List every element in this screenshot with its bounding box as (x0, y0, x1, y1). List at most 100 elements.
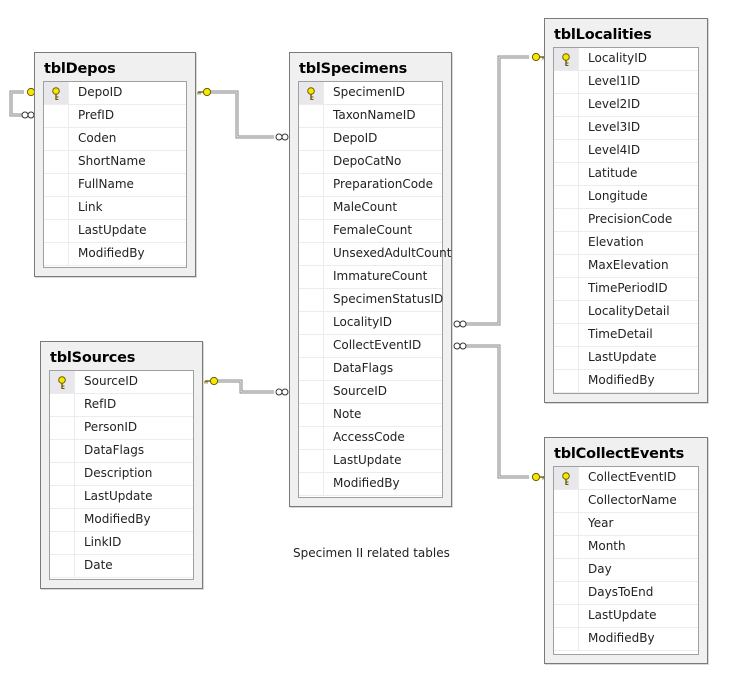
column-row[interactable]: Link (44, 197, 186, 220)
row-selector[interactable] (299, 105, 324, 127)
column-row[interactable]: PrefID (44, 105, 186, 128)
row-selector[interactable] (554, 347, 579, 369)
column-row[interactable]: ShortName (44, 151, 186, 174)
column-row[interactable]: MaxElevation (554, 255, 698, 278)
column-row[interactable]: PreparationCode (299, 174, 442, 197)
column-row[interactable]: TimePeriodID (554, 278, 698, 301)
column-row[interactable]: UnsexedAdultCount (299, 243, 451, 266)
column-row[interactable]: ModifiedBy (554, 370, 698, 393)
table-collect-events[interactable]: tblCollectEvents CollectEventID Collector… (544, 437, 708, 664)
column-row[interactable]: DepoID (299, 128, 442, 151)
row-selector[interactable] (44, 220, 69, 242)
column-row[interactable]: DepoID (44, 82, 186, 105)
row-selector[interactable] (299, 404, 324, 426)
row-selector[interactable] (44, 174, 69, 196)
column-row[interactable]: LastUpdate (50, 486, 193, 509)
column-row[interactable]: ModifiedBy (554, 628, 698, 651)
column-row[interactable]: TimeDetail (554, 324, 698, 347)
column-row[interactable]: Level1ID (554, 71, 698, 94)
row-selector[interactable] (299, 335, 324, 357)
row-selector[interactable] (554, 94, 579, 116)
row-selector[interactable] (44, 105, 69, 127)
row-selector[interactable] (554, 48, 579, 70)
row-selector[interactable] (554, 324, 579, 346)
row-selector[interactable] (554, 301, 579, 323)
column-row[interactable]: Coden (44, 128, 186, 151)
row-selector[interactable] (44, 243, 69, 265)
column-row[interactable]: DataFlags (50, 440, 193, 463)
column-row[interactable]: MaleCount (299, 197, 442, 220)
column-row[interactable]: SourceID (299, 381, 442, 404)
column-row[interactable]: DepoCatNo (299, 151, 442, 174)
column-row[interactable]: LocalityDetail (554, 301, 698, 324)
row-selector[interactable] (44, 82, 69, 104)
row-selector[interactable] (50, 463, 75, 485)
column-row[interactable]: ModifiedBy (50, 509, 193, 532)
row-selector[interactable] (44, 128, 69, 150)
column-row[interactable]: Level2ID (554, 94, 698, 117)
row-selector[interactable] (299, 128, 324, 150)
row-selector[interactable] (299, 243, 324, 265)
row-selector[interactable] (299, 174, 324, 196)
column-row[interactable]: LocalityID (554, 48, 698, 71)
column-row[interactable]: TaxonNameID (299, 105, 442, 128)
table-localities[interactable]: tblLocalities LocalityID Level1ID Level2ID… (544, 18, 708, 403)
column-row[interactable]: PrecisionCode (554, 209, 698, 232)
column-row[interactable]: DataFlags (299, 358, 442, 381)
column-row[interactable]: Description (50, 463, 193, 486)
column-row[interactable]: PersonID (50, 417, 193, 440)
row-selector[interactable] (50, 509, 75, 531)
row-selector[interactable] (50, 486, 75, 508)
row-selector[interactable] (50, 394, 75, 416)
column-row[interactable]: LastUpdate (299, 450, 442, 473)
column-row[interactable]: LocalityID (299, 312, 442, 335)
row-selector[interactable] (554, 490, 579, 512)
column-row[interactable]: Level4ID (554, 140, 698, 163)
column-row[interactable]: Date (50, 555, 193, 578)
column-row[interactable]: RefID (50, 394, 193, 417)
row-selector[interactable] (299, 450, 324, 472)
row-selector[interactable] (554, 582, 579, 604)
column-row[interactable]: SourceID (50, 371, 193, 394)
table-depos[interactable]: tblDepos DepoID PrefID Coden ShortName FullN… (34, 52, 196, 277)
column-row[interactable]: Year (554, 513, 698, 536)
row-selector[interactable] (50, 555, 75, 577)
column-row[interactable]: ModifiedBy (44, 243, 186, 266)
row-selector[interactable] (554, 605, 579, 627)
relationship-sources-specimens[interactable] (204, 376, 289, 396)
row-selector[interactable] (554, 467, 579, 489)
row-selector[interactable] (554, 513, 579, 535)
row-selector[interactable] (299, 473, 324, 495)
column-row[interactable]: ModifiedBy (299, 473, 442, 496)
column-row[interactable]: Month (554, 536, 698, 559)
row-selector[interactable] (554, 140, 579, 162)
relationship-localities-specimens[interactable] (453, 52, 546, 328)
row-selector[interactable] (554, 186, 579, 208)
row-selector[interactable] (554, 209, 579, 231)
column-row[interactable]: Level3ID (554, 117, 698, 140)
column-row[interactable]: CollectEventID (554, 467, 698, 490)
column-row[interactable]: LastUpdate (554, 605, 698, 628)
row-selector[interactable] (554, 278, 579, 300)
row-selector[interactable] (554, 232, 579, 254)
row-selector[interactable] (554, 71, 579, 93)
column-row[interactable]: SpecimenStatusID (299, 289, 443, 312)
table-specimens[interactable]: tblSpecimens SpecimenID TaxonNameID DepoID… (289, 52, 452, 507)
column-row[interactable]: LastUpdate (554, 347, 698, 370)
row-selector[interactable] (554, 255, 579, 277)
row-selector[interactable] (44, 151, 69, 173)
row-selector[interactable] (299, 82, 324, 104)
column-row[interactable]: Note (299, 404, 442, 427)
column-row[interactable]: FemaleCount (299, 220, 442, 243)
row-selector[interactable] (50, 440, 75, 462)
row-selector[interactable] (554, 628, 579, 650)
row-selector[interactable] (299, 358, 324, 380)
column-row[interactable]: Longitude (554, 186, 698, 209)
column-row[interactable]: DaysToEnd (554, 582, 698, 605)
row-selector[interactable] (299, 220, 324, 242)
column-row[interactable]: SpecimenID (299, 82, 442, 105)
row-selector[interactable] (50, 532, 75, 554)
column-row[interactable]: FullName (44, 174, 186, 197)
row-selector[interactable] (50, 417, 75, 439)
column-row[interactable]: Day (554, 559, 698, 582)
